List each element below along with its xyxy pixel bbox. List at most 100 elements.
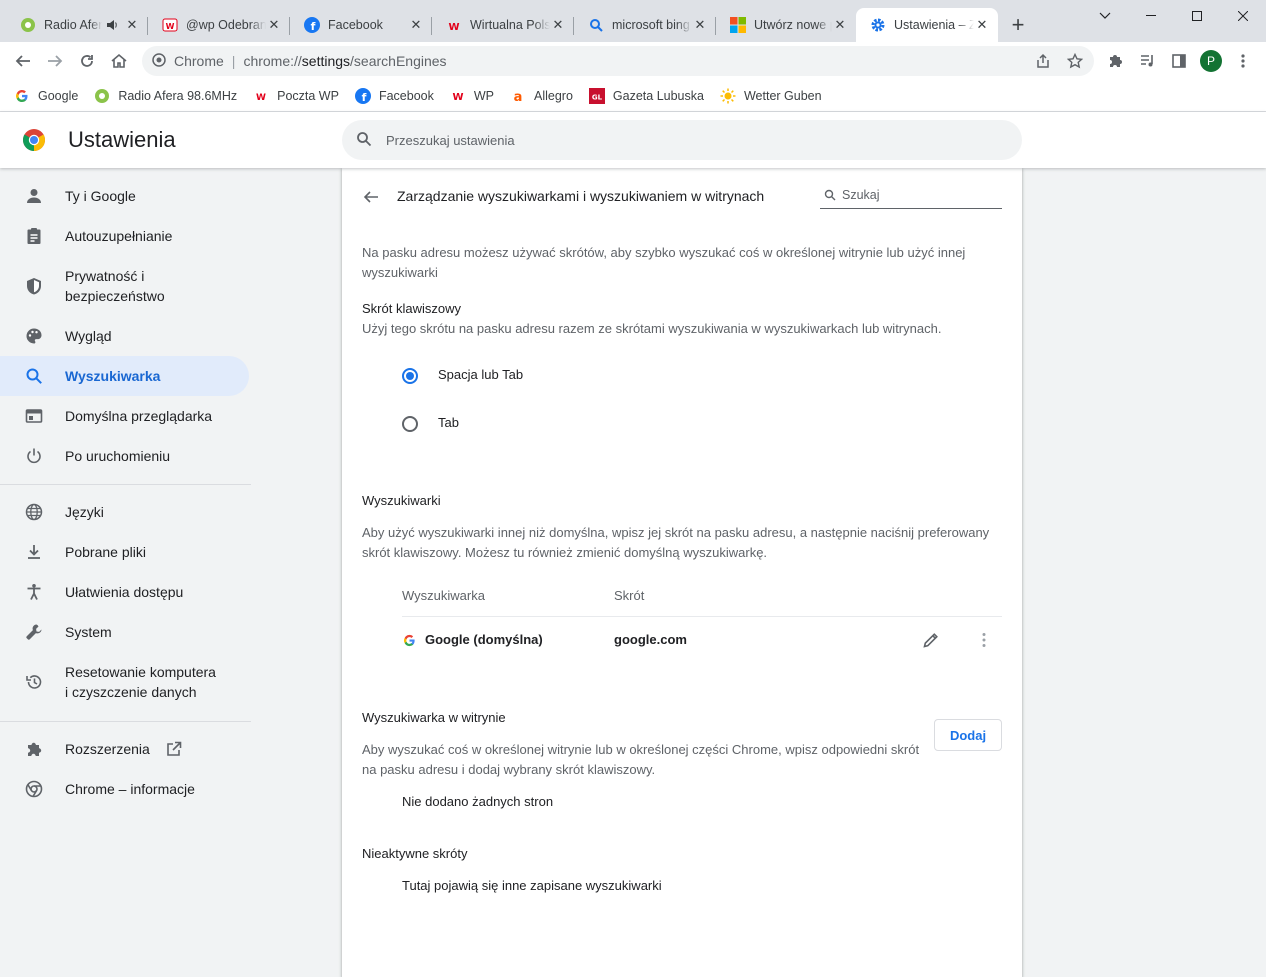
sidebar-item-languages[interactable]: Języki — [0, 492, 249, 532]
bookmark-allegro[interactable]: a Allegro — [510, 88, 573, 104]
settings-search-input[interactable]: Przeszukaj ustawienia — [342, 120, 1022, 160]
table-row[interactable]: Google (domyślna) google.com — [402, 617, 1002, 663]
close-icon[interactable]: ✕ — [692, 17, 708, 33]
site-search-desc-line2: na pasku adresu i dodaj wybrany skrót kl… — [362, 762, 656, 777]
bookmark-star-icon[interactable] — [1062, 48, 1088, 74]
sidebar-item-reset[interactable]: Resetowanie komputera i czyszczenie danyc… — [0, 652, 249, 712]
filter-placeholder: Szukaj — [842, 188, 880, 202]
chrome-site-icon — [152, 52, 166, 70]
tab-wirtualna-polska[interactable]: W Wirtualna Polska ✕ — [432, 8, 574, 42]
back-button[interactable] — [10, 48, 36, 74]
engines-filter-input[interactable]: Szukaj — [820, 182, 1002, 209]
sidebar-item-search-engine[interactable]: Wyszukiwarka — [0, 356, 249, 396]
tab-microsoft[interactable]: Utwórz nowe p ✕ — [716, 8, 856, 42]
close-icon[interactable]: ✕ — [124, 17, 140, 33]
radio-afera-icon — [20, 17, 36, 33]
sidebar-item-you-and-google[interactable]: Ty i Google — [0, 176, 249, 216]
close-window-button[interactable] — [1220, 0, 1266, 32]
add-site-search-button[interactable]: Dodaj — [934, 719, 1002, 751]
bookmark-radio-afera[interactable]: Radio Afera 98.6MHz — [94, 88, 237, 104]
sidebar-item-system[interactable]: System — [0, 612, 249, 652]
browser-icon — [24, 406, 44, 426]
bookmark-label: Poczta WP — [277, 88, 339, 103]
forward-button[interactable] — [42, 48, 68, 74]
address-bar[interactable]: Chrome | chrome://settings/searchEngines — [142, 46, 1094, 76]
menu-kebab-icon[interactable] — [1230, 48, 1256, 74]
engines-desc-line2: skrót klawiszowy. Możesz tu również zmie… — [362, 545, 768, 560]
sidebar-item-default-browser[interactable]: Domyślna przeglądarka — [0, 396, 249, 436]
close-icon[interactable]: ✕ — [832, 17, 848, 33]
share-icon[interactable] — [1030, 48, 1056, 74]
bookmark-label: Google — [38, 88, 79, 103]
engine-name: Google (domyślna) — [425, 632, 543, 647]
sidebar-item-extensions[interactable]: Rozszerzenia — [0, 729, 249, 769]
settings-gear-icon — [870, 17, 886, 33]
tab-facebook[interactable]: f Facebook ✕ — [290, 8, 432, 42]
radio-space-or-tab[interactable] — [402, 368, 418, 384]
bookmark-gazeta-lubuska[interactable]: GL Gazeta Lubuska — [588, 87, 704, 104]
sidebar-item-label: Prywatność i bezpieczeństwo — [65, 266, 165, 306]
bookmark-label: Radio Afera 98.6MHz — [118, 88, 238, 103]
close-icon[interactable]: ✕ — [266, 17, 282, 33]
open-in-new-icon — [166, 741, 182, 757]
speaker-icon[interactable] — [104, 17, 120, 33]
home-button[interactable] — [106, 48, 132, 74]
intro-text: Na pasku adresu możesz używać skrótów, a… — [362, 243, 965, 283]
sidebar-item-about-chrome[interactable]: Chrome – informacje — [0, 769, 249, 809]
sidebar-item-appearance[interactable]: Wygląd — [0, 316, 249, 356]
close-icon[interactable]: ✕ — [974, 17, 990, 33]
radio-tab[interactable] — [402, 416, 418, 432]
edit-pencil-icon[interactable] — [922, 631, 940, 652]
profile-avatar[interactable]: P — [1200, 50, 1222, 72]
sidebar-item-on-startup[interactable]: Po uruchomieniu — [0, 436, 249, 476]
sidebar-item-label: Ty i Google — [65, 188, 136, 204]
tab-radio-afera[interactable]: Radio Afera ✕ — [6, 8, 148, 42]
reload-button[interactable] — [74, 48, 100, 74]
bookmark-poczta-wp[interactable]: W Poczta WP — [253, 88, 339, 104]
bookmark-google[interactable]: Google — [14, 88, 78, 104]
tab-settings[interactable]: Ustawienia – Z ✕ — [856, 8, 998, 42]
tab-title: @wp Odebrane — [186, 18, 266, 32]
sidebar-item-privacy[interactable]: Prywatność i bezpieczeństwo — [0, 256, 249, 316]
site-search-desc-line1: Aby wyszukać coś w określonej witrynie l… — [362, 742, 920, 757]
extensions-puzzle-icon[interactable] — [1102, 48, 1128, 74]
sidebar-item-autofill[interactable]: Autouzupełnianie — [0, 216, 249, 256]
radio-tab-label[interactable]: Tab — [438, 415, 459, 430]
tab-title: Utwórz nowe p — [754, 18, 832, 32]
shortcut-section-title: Skrót klawiszowy — [362, 301, 461, 316]
google-icon — [403, 634, 416, 650]
close-icon[interactable]: ✕ — [550, 17, 566, 33]
radio-space-or-tab-label[interactable]: Spacja lub Tab — [438, 367, 523, 382]
tab-wp-mail[interactable]: W @wp Odebrane ✕ — [148, 8, 290, 42]
tab-title: Radio Afera — [44, 18, 102, 32]
tab-search-chevron-icon[interactable] — [1082, 0, 1128, 32]
maximize-button[interactable] — [1174, 0, 1220, 32]
microsoft-icon — [730, 17, 746, 33]
browser-toolbar: Chrome | chrome://settings/searchEngines… — [0, 42, 1266, 80]
settings-sidebar: Ty i Google Autouzupełnianie Prywatność … — [0, 168, 260, 977]
media-queue-icon[interactable] — [1134, 48, 1160, 74]
back-arrow-button[interactable] — [360, 186, 382, 208]
sidebar-item-label: Autouzupełnianie — [65, 228, 173, 244]
no-sites-message: Nie dodano żadnych stron — [402, 794, 554, 809]
more-options-icon[interactable] — [982, 632, 986, 651]
minimize-button[interactable] — [1128, 0, 1174, 32]
bookmark-wetter-guben[interactable]: Wetter Guben — [720, 88, 822, 104]
sidebar-item-accessibility[interactable]: Ułatwienia dostępu — [0, 572, 249, 612]
engine-shortcut: google.com — [614, 632, 687, 647]
new-tab-button[interactable]: + — [1006, 14, 1030, 38]
sidebar-item-label: Języki — [65, 504, 104, 520]
bookmark-wp[interactable]: W WP — [450, 88, 494, 104]
svg-text:W: W — [448, 22, 459, 33]
tab-bing-search[interactable]: microsoft bing ✕ — [574, 8, 716, 42]
sidebar-item-label: Domyślna przeglądarka — [65, 408, 213, 424]
sidebar-item-downloads[interactable]: Pobrane pliki — [0, 532, 249, 572]
search-icon — [824, 189, 836, 201]
column-header-engine: Wyszukiwarka — [402, 588, 485, 603]
close-icon[interactable]: ✕ — [408, 17, 424, 33]
engines-section-title: Wyszukiwarki — [362, 493, 441, 508]
side-panel-icon[interactable] — [1166, 48, 1192, 74]
bookmark-facebook[interactable]: f Facebook — [354, 87, 434, 104]
bookmark-label: Facebook — [378, 88, 434, 103]
site-search-section-title: Wyszukiwarka w witrynie — [362, 710, 506, 725]
